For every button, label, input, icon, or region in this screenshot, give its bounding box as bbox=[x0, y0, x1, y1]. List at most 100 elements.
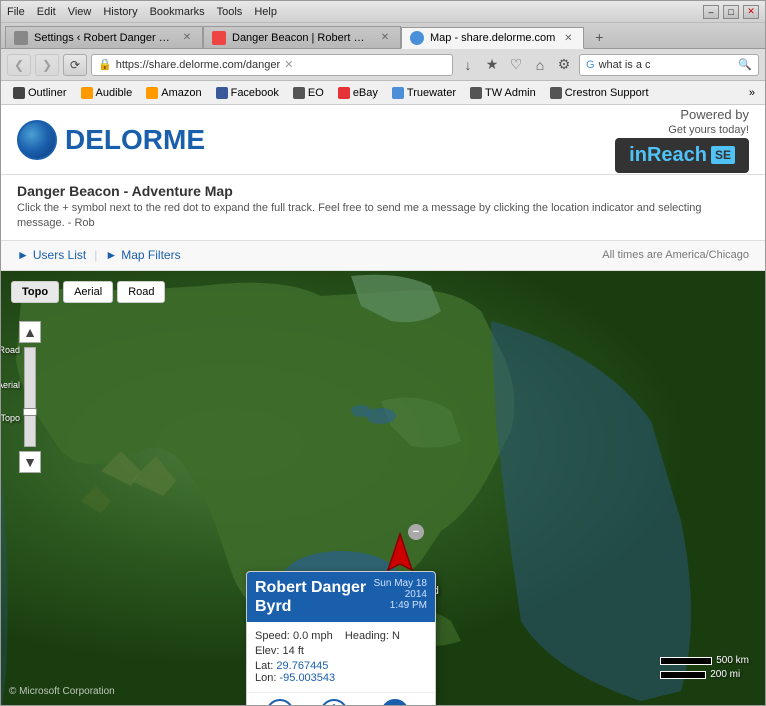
popup-date: Sun May 18 2014 bbox=[368, 578, 427, 600]
zoom-slider-thumb[interactable] bbox=[23, 408, 37, 416]
delorme-logo: DELORME bbox=[17, 120, 205, 160]
tab-close-danger[interactable]: ✕ bbox=[378, 31, 392, 45]
map-type-topo[interactable]: Topo bbox=[11, 281, 59, 303]
zoom-controls: ▲ Road Aerial Topo ▼ bbox=[19, 321, 41, 473]
zoom-slider-track[interactable] bbox=[24, 347, 36, 447]
popup-elevation: Elev: 14 ft bbox=[255, 645, 427, 657]
tab-close-map[interactable]: ✕ bbox=[561, 31, 575, 45]
scale-km-bar bbox=[660, 657, 712, 665]
bookmark-facebook[interactable]: Facebook bbox=[210, 85, 285, 101]
bookmark-favicon-twadmin bbox=[470, 87, 482, 99]
close-button[interactable]: ✕ bbox=[743, 5, 759, 19]
map-type-aerial[interactable]: Aerial bbox=[63, 281, 113, 303]
popup-time: 1:49 PM bbox=[368, 600, 427, 611]
bookmark-favicon-truewater bbox=[392, 87, 404, 99]
tab-favicon-map bbox=[410, 31, 424, 45]
bookmark-crestron[interactable]: Crestron Support bbox=[544, 85, 655, 101]
popup-lat-label: Lat: bbox=[255, 660, 273, 672]
tab-close-settings[interactable]: ✕ bbox=[180, 31, 194, 45]
bookmark-favicon-crestron bbox=[550, 87, 562, 99]
tab-favicon-danger bbox=[212, 31, 226, 45]
popup-action-message[interactable]: Message bbox=[374, 699, 416, 705]
url-bar[interactable]: 🔒 https://share.delorme.com/danger ✕ bbox=[91, 54, 453, 76]
map-area[interactable]: Topo Aerial Road ▲ Road Aerial Topo ▼ bbox=[1, 271, 765, 705]
zoom-in-button[interactable]: ▲ bbox=[19, 321, 41, 343]
popup-body: Speed: 0.0 mph Heading: N Elev: 14 ft La… bbox=[247, 622, 435, 692]
page-description: Danger Beacon - Adventure Map Click the … bbox=[1, 175, 765, 241]
popup-heading-value: N bbox=[392, 630, 400, 642]
search-box[interactable]: G what is a c 🔍 bbox=[579, 54, 759, 76]
message-icon bbox=[381, 699, 409, 705]
bookmark-favicon-eo bbox=[293, 87, 305, 99]
marker-remove-button[interactable]: − bbox=[408, 524, 424, 540]
page-subtitle: Click the + symbol next to the red dot t… bbox=[17, 201, 749, 232]
map-controls-bar: ► Users List | ► Map Filters All times a… bbox=[1, 241, 765, 271]
bookmark-favicon-ebay bbox=[338, 87, 350, 99]
popup-action-track[interactable]: Track bbox=[266, 699, 294, 705]
bookmark-audible[interactable]: Audible bbox=[75, 85, 139, 101]
popup-action-locate[interactable]: ✦ Locate bbox=[319, 699, 349, 705]
popup-speed-value: 0.0 mph bbox=[293, 630, 333, 642]
forward-button[interactable]: ❯ bbox=[35, 54, 59, 76]
bookmarks-icon[interactable]: ♡ bbox=[505, 54, 527, 76]
window-controls: – □ ✕ bbox=[703, 5, 759, 19]
inreach-se-badge: SE bbox=[711, 146, 735, 164]
map-copyright: © Microsoft Corporation bbox=[9, 686, 115, 697]
users-list-link[interactable]: ► Users List bbox=[17, 248, 86, 262]
browser-frame: File Edit View History Bookmarks Tools H… bbox=[0, 0, 766, 706]
menu-edit[interactable]: Edit bbox=[37, 6, 56, 18]
tab-danger-beacon[interactable]: Danger Beacon | Robert Danger... ✕ bbox=[203, 26, 401, 48]
menu-bar: File Edit View History Bookmarks Tools H… bbox=[7, 6, 277, 18]
url-text: https://share.delorme.com/danger bbox=[116, 59, 280, 71]
menu-help[interactable]: Help bbox=[254, 6, 277, 18]
refresh-button[interactable]: ⟳ bbox=[63, 54, 87, 76]
bookmark-ebay[interactable]: eBay bbox=[332, 85, 384, 101]
popup-lon-label: Lon: bbox=[255, 672, 276, 684]
popup-lon-value[interactable]: -95.003543 bbox=[279, 672, 335, 684]
bookmark-outliner[interactable]: Outliner bbox=[7, 85, 73, 101]
map-filters-link[interactable]: ► Map Filters bbox=[105, 248, 180, 262]
maximize-button[interactable]: □ bbox=[723, 5, 739, 19]
scale-bar: 500 km 200 mi bbox=[660, 655, 749, 680]
popup-lat-value[interactable]: 29.767445 bbox=[276, 660, 328, 672]
scale-km-label: 500 km bbox=[716, 655, 749, 666]
popup-lat[interactable]: Lat: 29.767445 bbox=[255, 660, 427, 672]
popup-lon[interactable]: Lon: -95.003543 bbox=[255, 672, 427, 684]
menu-tools[interactable]: Tools bbox=[217, 6, 243, 18]
bookmark-favicon-audible bbox=[81, 87, 93, 99]
title-bar: File Edit View History Bookmarks Tools H… bbox=[1, 1, 765, 23]
menu-history[interactable]: History bbox=[103, 6, 137, 18]
search-text: what is a c bbox=[599, 59, 735, 71]
map-type-road[interactable]: Road bbox=[117, 281, 165, 303]
bookmark-twadmin[interactable]: TW Admin bbox=[464, 85, 542, 101]
popup-heading-label: Heading: bbox=[345, 630, 389, 642]
powered-by-text: Powered by bbox=[680, 107, 749, 122]
inreach-label: inReach bbox=[629, 144, 707, 167]
page-title: Danger Beacon - Adventure Map bbox=[17, 183, 749, 199]
tab-favicon-settings bbox=[14, 31, 28, 45]
zoom-label-aerial: Aerial bbox=[1, 380, 20, 390]
popup-actions: Track ✦ Locate Message bbox=[247, 692, 435, 705]
inreach-badge[interactable]: inReach SE bbox=[615, 138, 749, 173]
delorme-header: DELORME Powered by Get yours today! inRe… bbox=[1, 105, 765, 175]
home-icon[interactable]: ⌂ bbox=[529, 54, 551, 76]
new-tab-button[interactable]: + bbox=[588, 26, 610, 48]
bookmark-star-icon[interactable]: ★ bbox=[481, 54, 503, 76]
bookmarks-more-button[interactable]: » bbox=[745, 85, 759, 101]
menu-bookmarks[interactable]: Bookmarks bbox=[150, 6, 205, 18]
track-icon bbox=[266, 699, 294, 705]
minimize-button[interactable]: – bbox=[703, 5, 719, 19]
menu-file[interactable]: File bbox=[7, 6, 25, 18]
bookmarks-bar: Outliner Audible Amazon Facebook EO eBay… bbox=[1, 81, 765, 105]
tab-settings[interactable]: Settings ‹ Robert Danger Byrd's... ✕ bbox=[5, 26, 203, 48]
zoom-out-button[interactable]: ▼ bbox=[19, 451, 41, 473]
back-button[interactable]: ❮ bbox=[7, 54, 31, 76]
settings-icon[interactable]: ⚙ bbox=[553, 54, 575, 76]
download-icon[interactable]: ↓ bbox=[457, 54, 479, 76]
bookmark-truewater[interactable]: Truewater bbox=[386, 85, 462, 101]
bookmark-eo[interactable]: EO bbox=[287, 85, 330, 101]
get-yours-text: Get yours today! bbox=[668, 124, 749, 136]
tab-map[interactable]: Map - share.delorme.com ✕ bbox=[401, 27, 584, 49]
menu-view[interactable]: View bbox=[68, 6, 92, 18]
bookmark-amazon[interactable]: Amazon bbox=[140, 85, 207, 101]
